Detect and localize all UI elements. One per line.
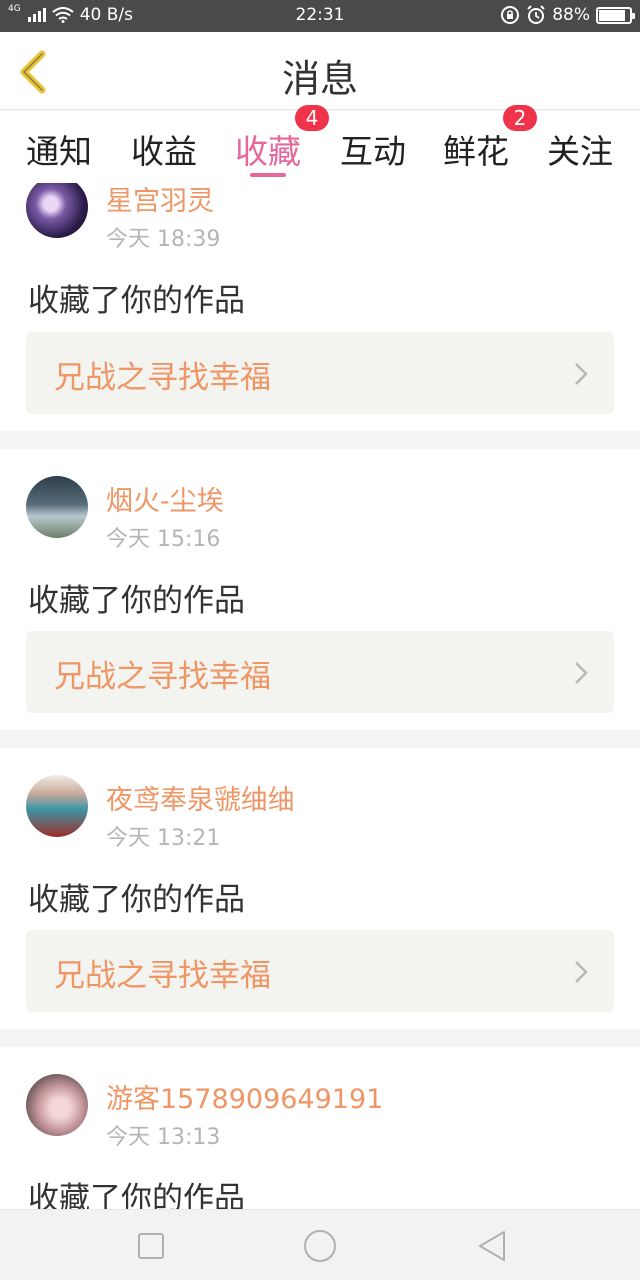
- action-text: 收藏了你的作品: [28, 882, 245, 918]
- favorites-badge: 4: [295, 105, 329, 131]
- avatar[interactable]: [26, 1074, 88, 1136]
- chevron-right-icon: [575, 961, 588, 983]
- username[interactable]: 烟火-尘埃: [106, 479, 224, 518]
- message-card: 夜鸢奉泉虢䌷䌷 今天 13:21 收藏了你的作品 兄战之寻找幸福: [0, 748, 640, 1029]
- system-nav-bar: [0, 1209, 640, 1280]
- tab-bar: 通知 收益 收藏 4 互动 鲜花 2 关注: [0, 105, 640, 183]
- page-title: 消息: [281, 57, 358, 101]
- flowers-badge: 2: [503, 105, 537, 131]
- work-title: 兄战之寻找幸福: [54, 360, 271, 396]
- timestamp: 今天 15:16: [106, 527, 221, 552]
- work-title: 兄战之寻找幸福: [54, 659, 271, 695]
- status-bar: 4G 40 B/s 22:31 88%: [0, 0, 640, 32]
- alarm-icon: [527, 5, 545, 24]
- battery-percent: 88%: [552, 5, 590, 25]
- username[interactable]: 夜鸢奉泉虢䌷䌷: [106, 778, 295, 817]
- battery-fill: [599, 9, 625, 21]
- tab-notifications[interactable]: 通知: [26, 125, 92, 173]
- message-card: 烟火-尘埃 今天 15:16 收藏了你的作品 兄战之寻找幸福: [0, 449, 640, 730]
- recent-apps-icon[interactable]: [133, 1228, 169, 1264]
- message-card: 星宫羽灵 今天 18:39 收藏了你的作品 兄战之寻找幸福: [0, 183, 640, 431]
- work-link[interactable]: 兄战之寻找幸福: [26, 332, 614, 414]
- tab-follows[interactable]: 关注: [547, 125, 613, 173]
- username[interactable]: 游客1578909649191: [106, 1077, 383, 1116]
- timestamp: 今天 18:39: [106, 227, 221, 252]
- rotation-lock-icon: [501, 6, 520, 24]
- status-bar-right: 88%: [500, 5, 635, 25]
- avatar[interactable]: [26, 183, 88, 238]
- avatar[interactable]: [26, 476, 88, 538]
- tab-earnings[interactable]: 收益: [131, 125, 197, 173]
- action-text: 收藏了你的作品: [28, 1181, 245, 1209]
- action-text: 收藏了你的作品: [28, 283, 245, 319]
- tab-flowers[interactable]: 鲜花: [443, 125, 509, 173]
- timestamp: 今天 13:21: [106, 826, 221, 851]
- avatar[interactable]: [26, 775, 88, 837]
- chevron-right-icon: [575, 662, 588, 684]
- timestamp: 今天 13:13: [106, 1125, 221, 1150]
- back-icon[interactable]: [474, 1228, 510, 1264]
- battery-icon: [596, 6, 635, 24]
- app-header: 消息: [0, 32, 640, 110]
- work-title: 兄战之寻找幸福: [54, 958, 271, 994]
- chevron-right-icon: [575, 363, 588, 385]
- username[interactable]: 星宫羽灵: [106, 183, 214, 218]
- tab-interactions[interactable]: 互动: [340, 125, 406, 173]
- message-feed: 星宫羽灵 今天 18:39 收藏了你的作品 兄战之寻找幸福 烟火-尘埃 今天 1…: [0, 183, 640, 1209]
- active-tab-indicator: [250, 173, 286, 177]
- home-icon[interactable]: [302, 1228, 338, 1264]
- work-link[interactable]: 兄战之寻找幸福: [26, 930, 614, 1012]
- message-card: 游客1578909649191 今天 13:13 收藏了你的作品: [0, 1047, 640, 1209]
- tab-favorites[interactable]: 收藏: [235, 125, 301, 173]
- action-text: 收藏了你的作品: [28, 583, 245, 619]
- work-link[interactable]: 兄战之寻找幸福: [26, 631, 614, 713]
